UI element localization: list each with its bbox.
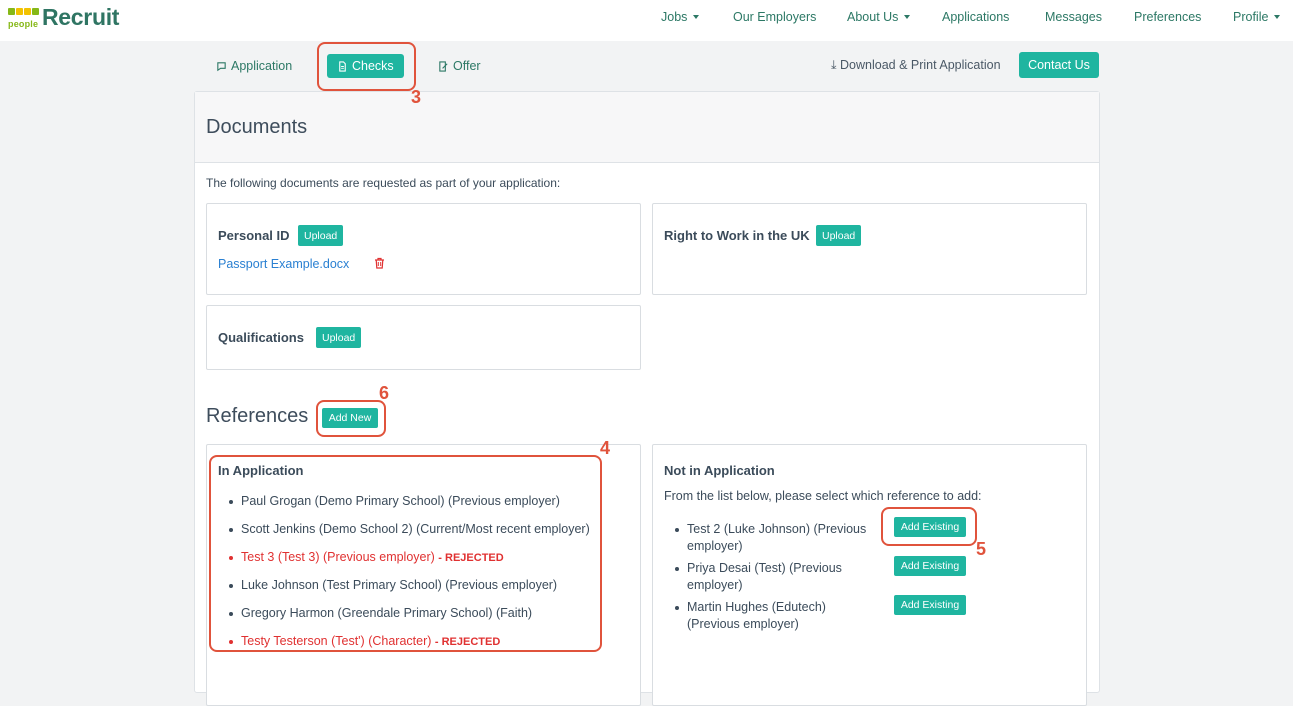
top-navbar: people Recruit Jobs Our Employers About … bbox=[0, 0, 1293, 41]
personal-id-upload-button[interactable]: Upload bbox=[298, 225, 344, 246]
not-in-application-intro: From the list below, please select which… bbox=[664, 489, 982, 503]
nav-profile-label: Profile bbox=[1233, 10, 1269, 24]
reference-item: Scott Jenkins (Demo School 2) (Current/M… bbox=[229, 522, 590, 550]
tab-offer-label: Offer bbox=[453, 59, 481, 73]
in-application-title: In Application bbox=[218, 463, 304, 478]
reference-item: Paul Grogan (Demo Primary School) (Previ… bbox=[229, 494, 590, 522]
edit-document-icon bbox=[439, 60, 448, 72]
not-in-application-item: Priya Desai (Test) (Previous employer) bbox=[675, 560, 877, 594]
logo-blocks bbox=[8, 8, 39, 15]
annotation-number-6: 6 bbox=[379, 383, 390, 403]
download-print-label: Download & Print Application bbox=[840, 58, 1001, 72]
reference-item: Gregory Harmon (Greendale Primary School… bbox=[229, 606, 590, 634]
right-to-work-upload-button[interactable]: Upload bbox=[816, 225, 862, 246]
chevron-down-icon bbox=[904, 15, 911, 19]
chat-icon bbox=[217, 61, 226, 71]
reference-text: Luke Johnson (Test Primary School) (Prev… bbox=[241, 578, 558, 592]
reference-item: Testy Testerson (Test') (Character) - RE… bbox=[229, 634, 590, 662]
right-to-work-box: Right to Work in the UK Upload bbox=[652, 203, 1087, 295]
nav-about-label: About Us bbox=[847, 10, 899, 24]
logo-name: Recruit bbox=[42, 4, 120, 30]
nav-messages[interactable]: Messages bbox=[1045, 10, 1102, 24]
add-existing-button-3[interactable]: Add Existing bbox=[894, 595, 966, 615]
tab-checks[interactable]: Checks bbox=[327, 54, 404, 78]
document-icon bbox=[339, 60, 346, 72]
nav-preferences[interactable]: Preferences bbox=[1134, 10, 1201, 24]
chevron-down-icon bbox=[1274, 15, 1281, 19]
logo-tag: people bbox=[8, 19, 39, 29]
contact-us-button[interactable]: Contact Us bbox=[1019, 52, 1099, 78]
checks-card: Documents The following documents are re… bbox=[194, 91, 1100, 706]
trash-icon[interactable] bbox=[374, 257, 385, 269]
documents-title: Documents bbox=[206, 116, 308, 138]
annotation-number-5: 5 bbox=[976, 539, 987, 559]
nav-profile[interactable]: Profile bbox=[1233, 10, 1281, 24]
rejected-status: - REJECTED bbox=[434, 636, 501, 648]
tab-application-label: Application bbox=[231, 59, 293, 73]
right-to-work-label: Right to Work in the UK bbox=[664, 228, 810, 243]
reference-text: Paul Grogan (Demo Primary School) (Previ… bbox=[241, 494, 560, 508]
reference-text: Scott Jenkins (Demo School 2) (Current/M… bbox=[241, 522, 590, 536]
not-in-application-item: Martin Hughes (Edutech) (Previous employ… bbox=[675, 599, 877, 633]
reference-text: Test 3 (Test 3) (Previous employer) bbox=[241, 550, 435, 564]
rejected-status: - REJECTED bbox=[438, 552, 504, 564]
add-existing-button-1[interactable]: Add Existing bbox=[894, 517, 966, 537]
not-in-application-box: Not in Application From the list below, … bbox=[652, 444, 1087, 706]
passport-file-link[interactable]: Passport Example.docx bbox=[218, 257, 349, 271]
brand-logo[interactable]: people Recruit bbox=[8, 4, 138, 34]
references-title: References bbox=[206, 405, 309, 427]
reference-item: Luke Johnson (Test Primary School) (Prev… bbox=[229, 578, 590, 606]
annotation-number-3: 3 bbox=[411, 87, 422, 107]
not-in-application-title: Not in Application bbox=[664, 463, 775, 478]
annotation-number-4: 4 bbox=[600, 438, 611, 458]
in-application-list: Paul Grogan (Demo Primary School) (Previ… bbox=[229, 494, 590, 662]
qualifications-label: Qualifications bbox=[218, 330, 304, 345]
add-existing-button-2[interactable]: Add Existing bbox=[894, 556, 966, 576]
documents-intro: The following documents are requested as… bbox=[206, 176, 561, 190]
personal-id-label: Personal ID bbox=[218, 228, 290, 243]
nav-applications[interactable]: Applications bbox=[942, 10, 1009, 24]
nav-jobs[interactable]: Jobs bbox=[661, 10, 700, 24]
in-application-box: In Application Paul Grogan (Demo Primary… bbox=[206, 444, 641, 706]
tab-application[interactable]: Application bbox=[216, 54, 292, 78]
documents-header: Documents bbox=[195, 92, 1099, 163]
qualifications-upload-button[interactable]: Upload bbox=[316, 327, 362, 348]
nav-jobs-label: Jobs bbox=[661, 10, 688, 24]
nav-our-employers[interactable]: Our Employers bbox=[733, 10, 816, 24]
download-icon: ⤓ bbox=[831, 58, 837, 72]
tab-checks-label: Checks bbox=[352, 59, 394, 73]
nav-about-us[interactable]: About Us bbox=[847, 10, 911, 24]
reference-item: Test 3 (Test 3) (Previous employer) - RE… bbox=[229, 550, 590, 578]
not-in-application-item: Test 2 (Luke Johnson) (Previous employer… bbox=[675, 521, 877, 555]
add-new-reference-button[interactable]: Add New bbox=[322, 408, 378, 428]
personal-id-box: Personal ID Upload Passport Example.docx bbox=[206, 203, 641, 295]
reference-text: Testy Testerson (Test') (Character) bbox=[241, 634, 432, 648]
download-print-link[interactable]: ⤓ Download & Print Application bbox=[831, 58, 1001, 73]
qualifications-box: Qualifications Upload bbox=[206, 305, 641, 370]
tab-offer[interactable]: Offer bbox=[438, 54, 481, 78]
chevron-down-icon bbox=[693, 15, 700, 19]
reference-text: Gregory Harmon (Greendale Primary School… bbox=[241, 606, 533, 620]
